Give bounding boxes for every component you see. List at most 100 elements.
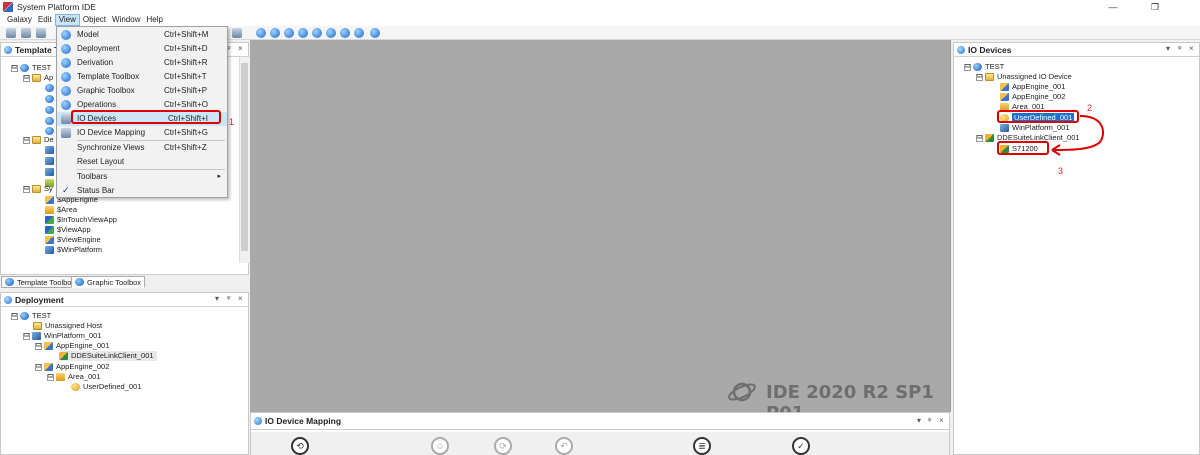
pin-icon[interactable]: ᵠ [227, 294, 231, 303]
collapse-icon[interactable]: ⊟ [23, 185, 30, 193]
tree-node-test[interactable]: ⊟ TEST [964, 62, 1004, 72]
refresh-button[interactable]: ⟲ [291, 437, 309, 455]
restore-button[interactable]: ❐ [1140, 0, 1170, 14]
menu-view[interactable]: View [54, 14, 80, 26]
collapse-icon[interactable]: ⊟ [23, 74, 30, 82]
menu-item-graphic-toolbox[interactable]: Graphic Toolbox Ctrl+Shift+P [57, 84, 227, 98]
list-button[interactable]: ≣ [693, 437, 711, 455]
close-icon[interactable]: × [1189, 44, 1194, 53]
tree-node-devices[interactable]: ⊟ De [23, 135, 54, 145]
tree-node-appengine-002[interactable]: ⊟ AppEngine_002 [35, 362, 109, 372]
tree-node-application[interactable]: ⊟ Ap [23, 73, 53, 83]
menu-window[interactable]: Window [109, 14, 143, 26]
tree-item-appengine-002[interactable]: AppEngine_002 [1000, 92, 1065, 102]
device-integration-icon [985, 134, 994, 142]
pin-icon[interactable]: ᵠ [1178, 44, 1182, 53]
menu-object[interactable]: Object [80, 14, 109, 26]
menu-item-derivation[interactable]: Derivation Ctrl+Shift+R [57, 56, 227, 70]
tree-item-winplatform-template[interactable]: $WinPlatform [45, 245, 102, 255]
toolbar-io-mapping-icon[interactable] [354, 28, 364, 38]
collapse-icon[interactable]: ⊟ [976, 134, 983, 142]
toolbar-view-model-icon[interactable] [256, 28, 266, 38]
collapse-icon[interactable]: ⊟ [35, 363, 42, 371]
io-mapping-title: IO Device Mapping [265, 416, 342, 426]
toolbar-view-ops-icon[interactable] [326, 28, 336, 38]
collapse-icon[interactable]: ⊟ [35, 342, 42, 350]
undo-button[interactable]: ↶ [555, 437, 573, 455]
graphic-toolbox-icon [61, 86, 71, 96]
tab-template-toolbox[interactable]: Template Toolbox [1, 276, 80, 288]
tree-node-winplatform[interactable]: ⊟ WinPlatform_001 [23, 331, 102, 341]
collapse-icon[interactable]: ⊟ [964, 63, 971, 71]
menu-bar: Galaxy Edit View Object Window Help [0, 14, 1200, 26]
toolbar-view-graphic-icon[interactable] [312, 28, 322, 38]
toolbar-view-deploy-icon[interactable] [270, 28, 280, 38]
tree-item-viewapp-template[interactable]: $ViewApp [45, 225, 91, 235]
menu-galaxy[interactable]: Galaxy [4, 14, 35, 26]
dropdown-icon[interactable]: ▾ [917, 416, 921, 425]
menu-item-template-toolbox[interactable]: Template Toolbox Ctrl+Shift+T [57, 70, 227, 84]
title-bar: System Platform IDE — ❐ [0, 0, 1200, 14]
collapse-icon[interactable]: ⊟ [23, 136, 30, 144]
dropdown-icon[interactable]: ▾ [1166, 44, 1170, 53]
toolbox-tabs: Template Toolbox Graphic Toolbox [0, 274, 249, 288]
collapse-icon[interactable]: ⊟ [976, 73, 983, 81]
tree-item-intouchviewapp-template[interactable]: $InTouchViewApp [45, 215, 117, 225]
io-devices-panel: IO Devices ▾ ᵠ × ⊟ TEST ⊟ Unassigned IO … [953, 42, 1200, 455]
redo-button[interactable]: ⟳ [494, 437, 512, 455]
tree-node-test[interactable]: ⊟ TEST [11, 311, 51, 321]
tree-node-unassigned-io-device[interactable]: ⊟ Unassigned IO Device [976, 72, 1072, 82]
deployment-header: Deployment ▾ ᵠ × [1, 293, 248, 307]
tree-item-userdefined[interactable]: UserDefined_001 [71, 382, 141, 392]
tree-item-area-template[interactable]: $Area [45, 205, 77, 215]
tree-node-system[interactable]: ⊟ Sy [23, 184, 53, 194]
toolbar-io-devices-icon[interactable] [340, 28, 350, 38]
tree-node-appengine-001[interactable]: ⊟ AppEngine_001 [35, 341, 109, 351]
toolbar-view-template-icon[interactable] [298, 28, 308, 38]
derivation-icon [61, 58, 71, 68]
collapse-icon[interactable]: ⊟ [11, 312, 18, 320]
menu-edit[interactable]: Edit [35, 14, 55, 26]
user-button[interactable]: ☺ [431, 437, 449, 455]
scroll-thumb[interactable] [241, 63, 248, 251]
collapse-icon[interactable]: ⊟ [23, 332, 30, 340]
io-devices-header: IO Devices ▾ ᵠ × [954, 43, 1199, 57]
annotation-label-2: 2 [1087, 103, 1093, 113]
close-icon[interactable]: × [939, 416, 944, 425]
toolbar-wand-icon[interactable] [6, 28, 16, 38]
tab-graphic-toolbox[interactable]: Graphic Toolbox [71, 276, 146, 288]
submenu-arrow-icon: ▸ [217, 173, 221, 180]
device-icon [45, 157, 54, 165]
tree-item-ddesuitelinkclient[interactable]: DDESuiteLinkClient_001 [59, 351, 157, 361]
tree-item-unassigned-host[interactable]: Unassigned Host [33, 321, 102, 331]
toolbar-tool-icon[interactable] [232, 28, 242, 38]
close-icon[interactable]: × [238, 44, 243, 53]
collapse-icon[interactable]: ⊟ [11, 64, 18, 72]
tree-item-appengine-001[interactable]: AppEngine_001 [1000, 82, 1065, 92]
menu-help[interactable]: Help [143, 14, 165, 26]
dropdown-icon[interactable]: ▾ [215, 294, 219, 303]
tree-item-viewengine-template[interactable]: $ViewEngine [45, 235, 101, 245]
menu-item-deployment[interactable]: Deployment Ctrl+Shift+D [57, 42, 227, 56]
tree-node-area-001[interactable]: ⊟ Area_001 [47, 372, 101, 382]
toolbar-properties-icon[interactable] [21, 28, 31, 38]
apply-button[interactable]: ✓ [792, 437, 810, 455]
menu-item-model[interactable]: Model Ctrl+Shift+M [57, 28, 227, 42]
menu-item-io-device-mapping[interactable]: IO Device Mapping Ctrl+Shift+G [57, 126, 227, 140]
toolbar-check-icon[interactable] [36, 28, 46, 38]
close-icon[interactable]: × [238, 294, 243, 303]
menu-item-status-bar[interactable]: ✓ Status Bar [57, 184, 227, 198]
minimize-button[interactable]: — [1098, 0, 1128, 14]
template-toolbox-title: Template T [15, 44, 60, 55]
menu-item-synchronize-views[interactable]: Synchronize Views Ctrl+Shift+Z [57, 141, 227, 155]
userdefined-icon [71, 383, 80, 391]
toolbar-view-derive-icon[interactable] [284, 28, 294, 38]
menu-item-toolbars[interactable]: Toolbars ▸ [57, 170, 227, 184]
tree-node-test[interactable]: ⊟ TEST [11, 63, 51, 73]
collapse-icon[interactable]: ⊟ [47, 373, 54, 381]
template-scrollbar[interactable] [239, 57, 249, 263]
pin-icon[interactable]: ᵠ [928, 416, 932, 425]
galaxy-icon [20, 312, 29, 320]
menu-item-reset-layout[interactable]: Reset Layout [57, 155, 227, 169]
toolbar-help-icon[interactable] [370, 28, 380, 38]
